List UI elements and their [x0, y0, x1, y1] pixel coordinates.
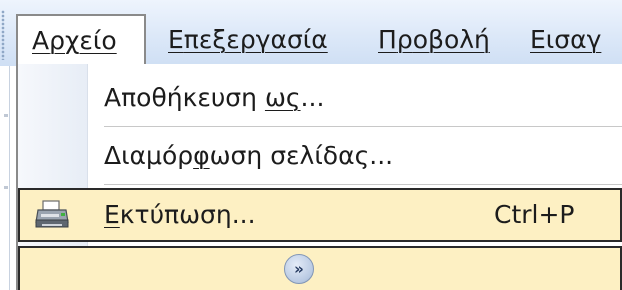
menu-view-label-pre: Π: [378, 25, 397, 54]
menu-item-save-as[interactable]: Αποθήκευση ως...: [90, 72, 622, 124]
menu-view[interactable]: Προβολή: [378, 16, 490, 64]
menu-view-mnemonic: ρ: [396, 25, 413, 54]
file-menu-dropdown: Αποθήκευση ως... Διαμόρφωση σελίδας... Ε…: [16, 64, 622, 290]
menu-insert[interactable]: Εισαγ: [530, 16, 601, 64]
menu-file-label-rest: ρχείο: [49, 26, 117, 55]
page-setup-label-mnemonic: φ: [193, 141, 210, 170]
print-label-mnemonic: Ε: [104, 200, 120, 229]
edge-tick: [4, 186, 8, 189]
menu-edit-label-rest: πεξεργασία: [183, 25, 328, 54]
menu-file-mnemonic: Α: [32, 26, 50, 55]
menu-expand-row[interactable]: »: [18, 246, 622, 290]
print-shortcut: Ctrl+P: [494, 200, 575, 229]
menu-view-label-rest: οβολή: [412, 25, 490, 54]
menu-file[interactable]: Αρχείο: [16, 14, 146, 66]
menu-insert-label: Εισαγ: [530, 25, 602, 54]
page-setup-label-post: ωση σελίδας...: [209, 141, 394, 170]
menu-separator: [104, 184, 622, 185]
print-label: Εκτύπωση...: [104, 190, 256, 240]
edge-tick: [4, 114, 8, 117]
left-window-edge: [0, 66, 10, 290]
menubar-grip-handle[interactable]: [1, 10, 5, 60]
save-as-label-mnemonic: ως: [264, 83, 301, 112]
menu-bar: Αρχείο Επεξεργασία Προβολή Εισαγ: [0, 0, 622, 66]
screen: Αρχείο Επεξεργασία Προβολή Εισαγ Αποθήκε…: [0, 0, 622, 290]
menu-separator: [104, 126, 622, 127]
menu-item-page-setup[interactable]: Διαμόρφωση σελίδας...: [90, 130, 622, 182]
expand-chevrons-icon[interactable]: »: [284, 254, 314, 284]
printer-icon: [35, 200, 69, 228]
print-label-rest: κτύπωση...: [119, 200, 256, 229]
menu-edit-mnemonic: Ε: [168, 25, 184, 54]
page-setup-label-pre: Διαμόρ: [104, 141, 194, 170]
menu-edit[interactable]: Επεξεργασία: [168, 16, 328, 64]
menu-item-print[interactable]: Εκτύπωση... Ctrl+P: [18, 188, 622, 242]
save-as-label-post: ...: [300, 83, 325, 112]
save-as-label-pre: Αποθήκευση: [104, 83, 265, 112]
